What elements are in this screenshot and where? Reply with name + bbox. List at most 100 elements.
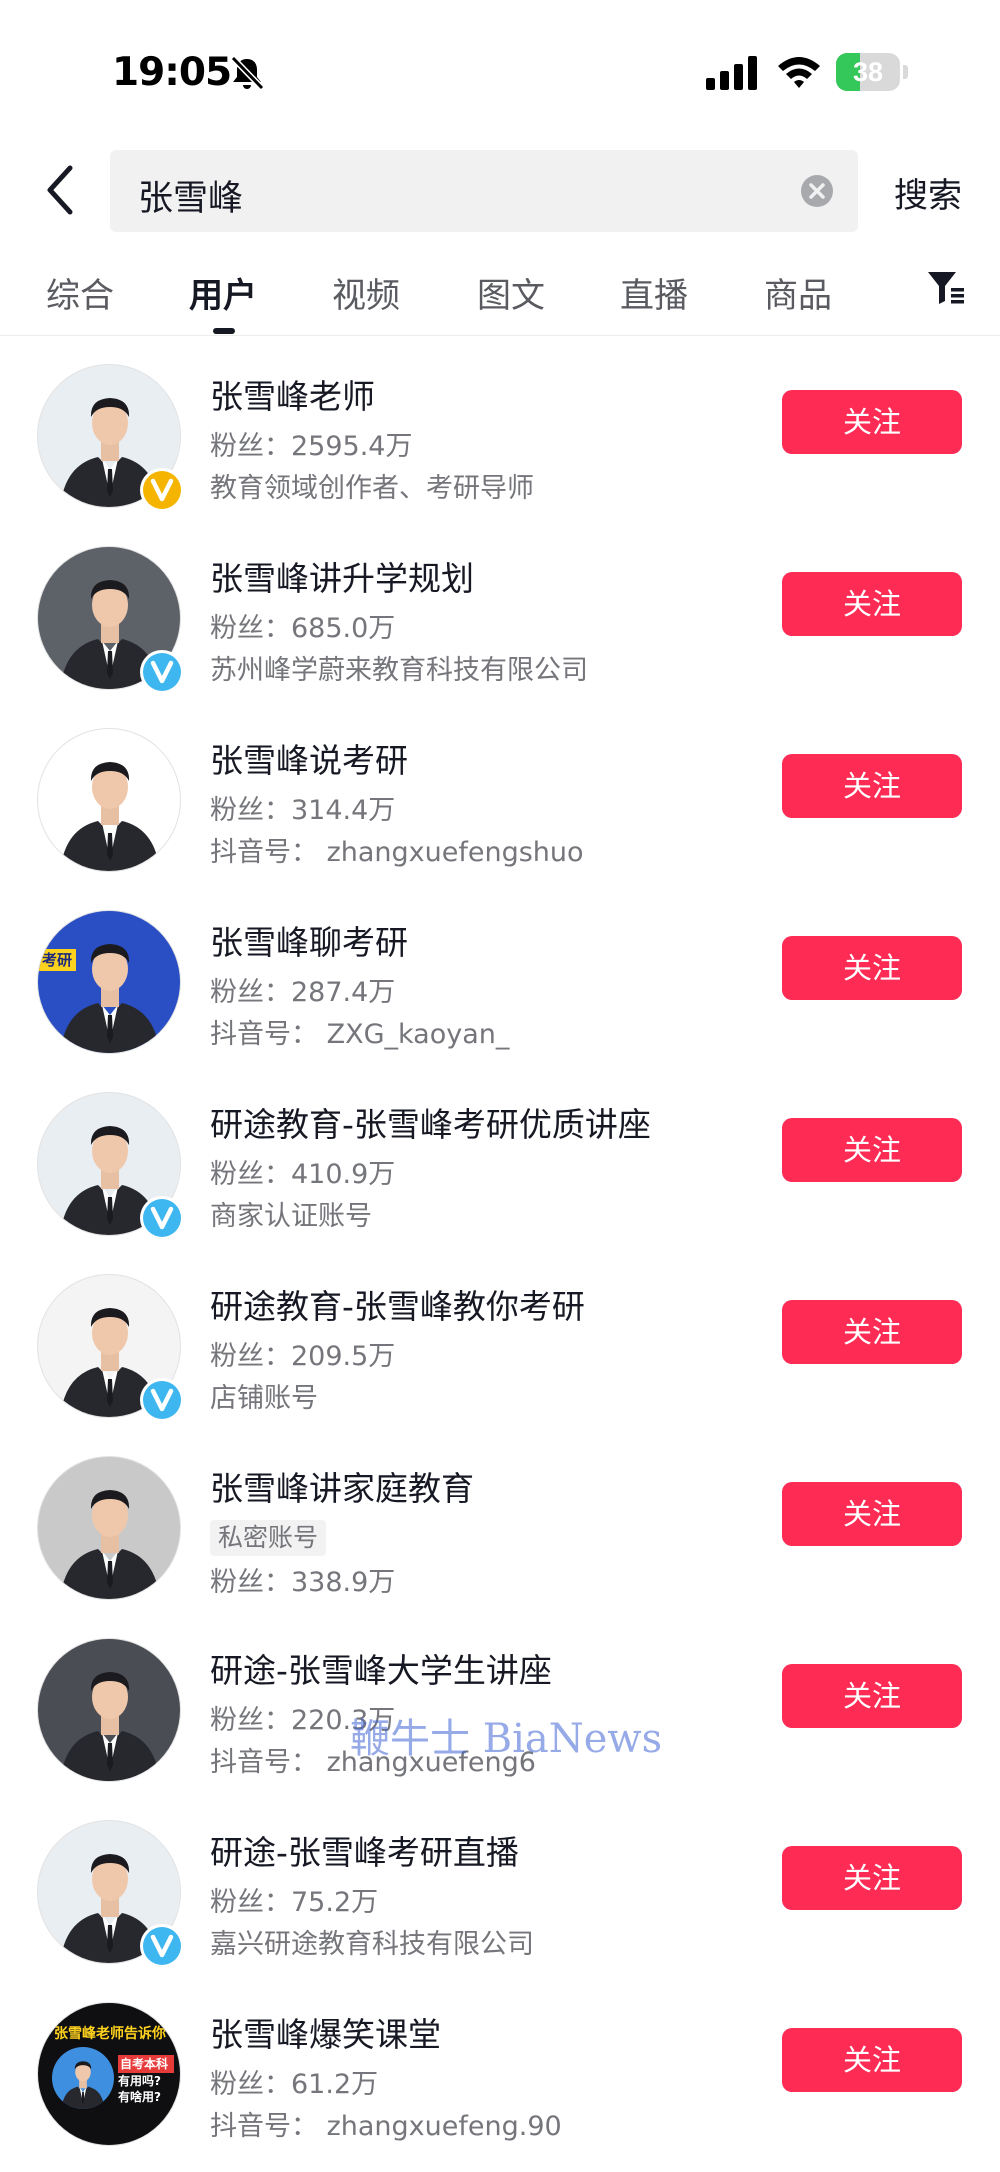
- user-result-row[interactable]: 研途-张雪峰考研直播 粉丝：75.2万 嘉兴研途教育科技有限公司 关注: [0, 1820, 1000, 2002]
- user-fans: 粉丝：314.4万: [210, 788, 395, 827]
- filter-icon[interactable]: [926, 268, 966, 308]
- user-detail: 嘉兴研途教育科技有限公司: [210, 1929, 534, 1960]
- avatar-bubble-line: 有用吗?: [118, 2074, 161, 2088]
- bell-muted-icon: [230, 55, 265, 91]
- fans-count: 410.9万: [291, 1159, 396, 1190]
- avatar[interactable]: [37, 728, 181, 872]
- user-detail: 店铺账号: [210, 1383, 318, 1414]
- blue-verified-badge-icon: [138, 1194, 186, 1242]
- user-detail: 抖音号： zhangxuefeng.90: [210, 2111, 562, 2142]
- avatar-bubble-line: 自考本科: [118, 2055, 174, 2073]
- fans-count: 338.9万: [291, 1567, 396, 1598]
- user-result-row[interactable]: 张雪峰讲升学规划 粉丝：685.0万 苏州峰学蔚来教育科技有限公司 关注: [0, 546, 1000, 728]
- user-result-row[interactable]: 张雪峰老师 粉丝：2595.4万 教育领域创作者、考研导师 关注: [0, 364, 1000, 546]
- user-detail: 抖音号： ZXG_kaoyan_: [210, 1019, 510, 1050]
- user-detail: 商家认证账号: [210, 1201, 372, 1232]
- fans-count: 75.2万: [291, 1887, 379, 1918]
- fans-count: 287.4万: [291, 977, 396, 1008]
- search-input[interactable]: 张雪峰: [110, 150, 858, 232]
- user-fans: 粉丝：338.9万: [210, 1560, 395, 1599]
- fans-label: 粉丝：: [210, 2069, 291, 2100]
- active-tab-indicator: [213, 328, 235, 334]
- user-name[interactable]: 研途教育-张雪峰考研优质讲座: [210, 1098, 651, 1146]
- fans-count: 2595.4万: [291, 431, 413, 462]
- fans-label: 粉丝：: [210, 1159, 291, 1190]
- battery-cap: [903, 65, 908, 79]
- blue-verified-badge-icon: [138, 1922, 186, 1970]
- follow-button[interactable]: 关注: [782, 1118, 962, 1182]
- fans-label: 粉丝：: [210, 795, 291, 826]
- user-detail: 教育领域创作者、考研导师: [210, 473, 534, 504]
- tab-products[interactable]: 商品: [764, 268, 832, 317]
- search-query-text[interactable]: 张雪峰: [138, 170, 243, 221]
- tab-image-posts[interactable]: 图文: [477, 268, 545, 317]
- avatar[interactable]: [37, 1456, 181, 1600]
- user-detail: 抖音号： zhangxuefengshuo: [210, 837, 584, 868]
- user-name[interactable]: 张雪峰讲升学规划: [210, 552, 474, 600]
- tab-videos[interactable]: 视频: [332, 268, 400, 317]
- watermark: 鞭牛士 BiaNews: [350, 1716, 663, 1762]
- user-fans: 粉丝：2595.4万: [210, 424, 412, 463]
- user-fans: 粉丝：685.0万: [210, 606, 395, 645]
- follow-button[interactable]: 关注: [782, 2028, 962, 2092]
- battery-body: 38: [836, 53, 900, 91]
- gold-verified-badge-icon: [138, 466, 186, 514]
- user-fans: 粉丝：61.2万: [210, 2062, 378, 2101]
- follow-button[interactable]: 关注: [782, 754, 962, 818]
- user-name[interactable]: 研途-张雪峰考研直播: [210, 1826, 519, 1874]
- tab-live[interactable]: 直播: [620, 268, 688, 317]
- fans-count: 209.5万: [291, 1341, 396, 1372]
- user-result-row[interactable]: 研途教育-张雪峰考研优质讲座 粉丝：410.9万 商家认证账号 关注: [0, 1092, 1000, 1274]
- result-tabs: 综合 用户 视频 图文 直播 商品: [0, 260, 1000, 336]
- user-fans: 粉丝：75.2万: [210, 1880, 378, 1919]
- fans-label: 粉丝：: [210, 977, 291, 1008]
- fans-label: 粉丝：: [210, 1567, 291, 1598]
- blue-verified-badge-icon: [138, 1376, 186, 1424]
- avatar-inner-photo: [52, 2047, 114, 2109]
- fans-label: 粉丝：: [210, 613, 291, 644]
- user-name[interactable]: 张雪峰老师: [210, 370, 375, 418]
- private-account-tag: 私密账号: [210, 1520, 327, 1556]
- avatar-kaoyan-tag: 考研: [38, 949, 77, 971]
- follow-button[interactable]: 关注: [782, 1482, 962, 1546]
- user-result-row[interactable]: 考研 张雪峰聊考研 粉丝：287.4万 抖音号： ZXG_kaoyan_ 关注: [0, 910, 1000, 1092]
- back-button[interactable]: [38, 160, 88, 220]
- follow-button[interactable]: 关注: [782, 1846, 962, 1910]
- user-result-row[interactable]: 研途教育-张雪峰教你考研 粉丝：209.5万 店铺账号 关注: [0, 1274, 1000, 1456]
- user-name[interactable]: 张雪峰讲家庭教育: [210, 1462, 474, 1510]
- fans-label: 粉丝：: [210, 431, 291, 462]
- avatar[interactable]: [37, 1638, 181, 1782]
- clear-search-icon[interactable]: [800, 174, 834, 208]
- fans-count: 314.4万: [291, 795, 396, 826]
- user-result-row[interactable]: 张雪峰讲家庭教育 私密账号 粉丝：338.9万 关注: [0, 1456, 1000, 1638]
- user-name[interactable]: 研途-张雪峰大学生讲座: [210, 1644, 552, 1692]
- fans-label: 粉丝：: [210, 1341, 291, 1372]
- user-result-row[interactable]: 张雪峰说考研 粉丝：314.4万 抖音号： zhangxuefengshuo 关…: [0, 728, 1000, 910]
- cellular-signal-icon: [706, 56, 757, 90]
- follow-button[interactable]: 关注: [782, 572, 962, 636]
- follow-button[interactable]: 关注: [782, 1300, 962, 1364]
- user-result-row[interactable]: 张雪峰老师告诉你 自考本科 有用吗? 有啥用? 张雪峰爆笑课堂 粉丝：61.2万…: [0, 2002, 1000, 2172]
- user-name[interactable]: 研途教育-张雪峰教你考研: [210, 1280, 585, 1328]
- user-fans: 粉丝：410.9万: [210, 1152, 395, 1191]
- avatar[interactable]: 考研: [37, 910, 181, 1054]
- status-bar: 19:05 38: [0, 0, 1000, 140]
- follow-button[interactable]: 关注: [782, 1664, 962, 1728]
- user-name[interactable]: 张雪峰聊考研: [210, 916, 408, 964]
- user-fans: 粉丝：287.4万: [210, 970, 395, 1009]
- user-name[interactable]: 张雪峰爆笑课堂: [210, 2008, 441, 2056]
- tab-users[interactable]: 用户: [189, 268, 257, 317]
- user-fans: 粉丝：209.5万: [210, 1334, 395, 1373]
- follow-button[interactable]: 关注: [782, 390, 962, 454]
- fans-count: 61.2万: [291, 2069, 379, 2100]
- wifi-icon: [778, 57, 820, 88]
- follow-button[interactable]: 关注: [782, 936, 962, 1000]
- avatar[interactable]: 张雪峰老师告诉你 自考本科 有用吗? 有啥用?: [37, 2002, 181, 2146]
- fans-count: 685.0万: [291, 613, 396, 644]
- user-detail: 苏州峰学蔚来教育科技有限公司: [210, 655, 588, 686]
- search-submit-button[interactable]: 搜索: [894, 168, 962, 217]
- tab-comprehensive[interactable]: 综合: [46, 268, 114, 317]
- user-name[interactable]: 张雪峰说考研: [210, 734, 408, 782]
- avatar-bubble-text: 自考本科 有用吗? 有啥用?: [118, 2055, 174, 2105]
- battery-percent: 38: [852, 57, 884, 87]
